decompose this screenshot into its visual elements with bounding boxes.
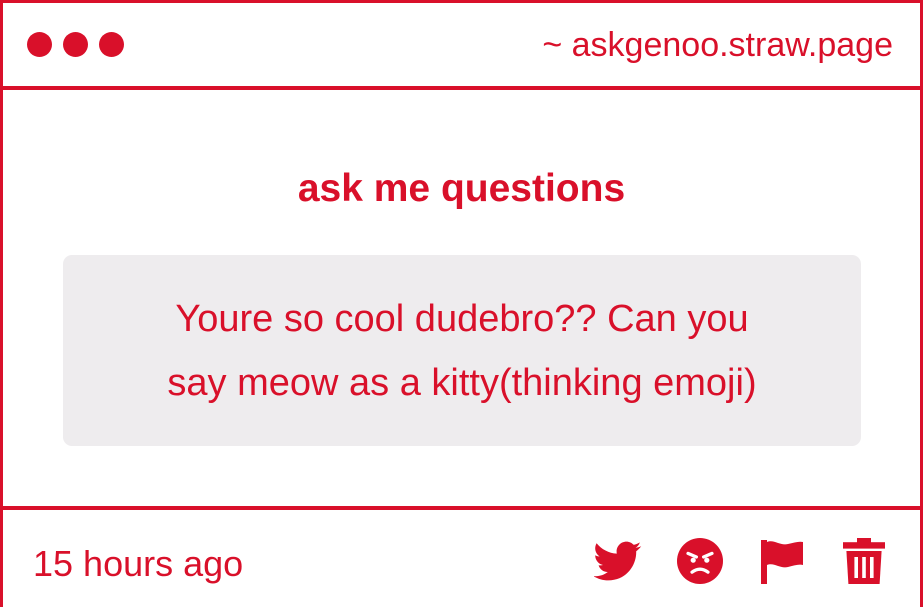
timestamp: 15 hours ago (33, 543, 244, 584)
react-angry-button[interactable] (676, 536, 724, 586)
window-dot-icon (99, 32, 124, 57)
window-titlebar: ~ askgenoo.straw.page (3, 3, 920, 90)
delete-button[interactable] (840, 536, 888, 586)
trash-icon (843, 538, 885, 584)
action-bar (594, 536, 888, 586)
window-dot-icon (63, 32, 88, 57)
share-twitter-button[interactable] (594, 536, 642, 586)
question-line-1: Youre so cool dudebro?? Can you (175, 297, 749, 340)
ask-card: ~ askgenoo.straw.page ask me questions Y… (0, 0, 923, 607)
question-box: Youre so cool dudebro?? Can you say meow… (63, 255, 861, 446)
window-dots (27, 32, 124, 57)
window-dot-icon (27, 32, 52, 57)
flag-icon (761, 540, 803, 584)
card-footer: 15 hours ago (3, 506, 920, 610)
twitter-bird-icon (594, 541, 642, 581)
question-line-2: say meow as a kitty(thinking emoji) (167, 361, 757, 404)
report-flag-button[interactable] (758, 536, 806, 586)
angry-face-icon (677, 538, 723, 584)
main-content: ask me questions Youre so cool dudebro??… (3, 90, 920, 508)
question-text: Youre so cool dudebro?? Can you say meow… (167, 287, 756, 415)
site-url[interactable]: ~ askgenoo.straw.page (542, 25, 893, 65)
page-heading: ask me questions (297, 167, 626, 210)
